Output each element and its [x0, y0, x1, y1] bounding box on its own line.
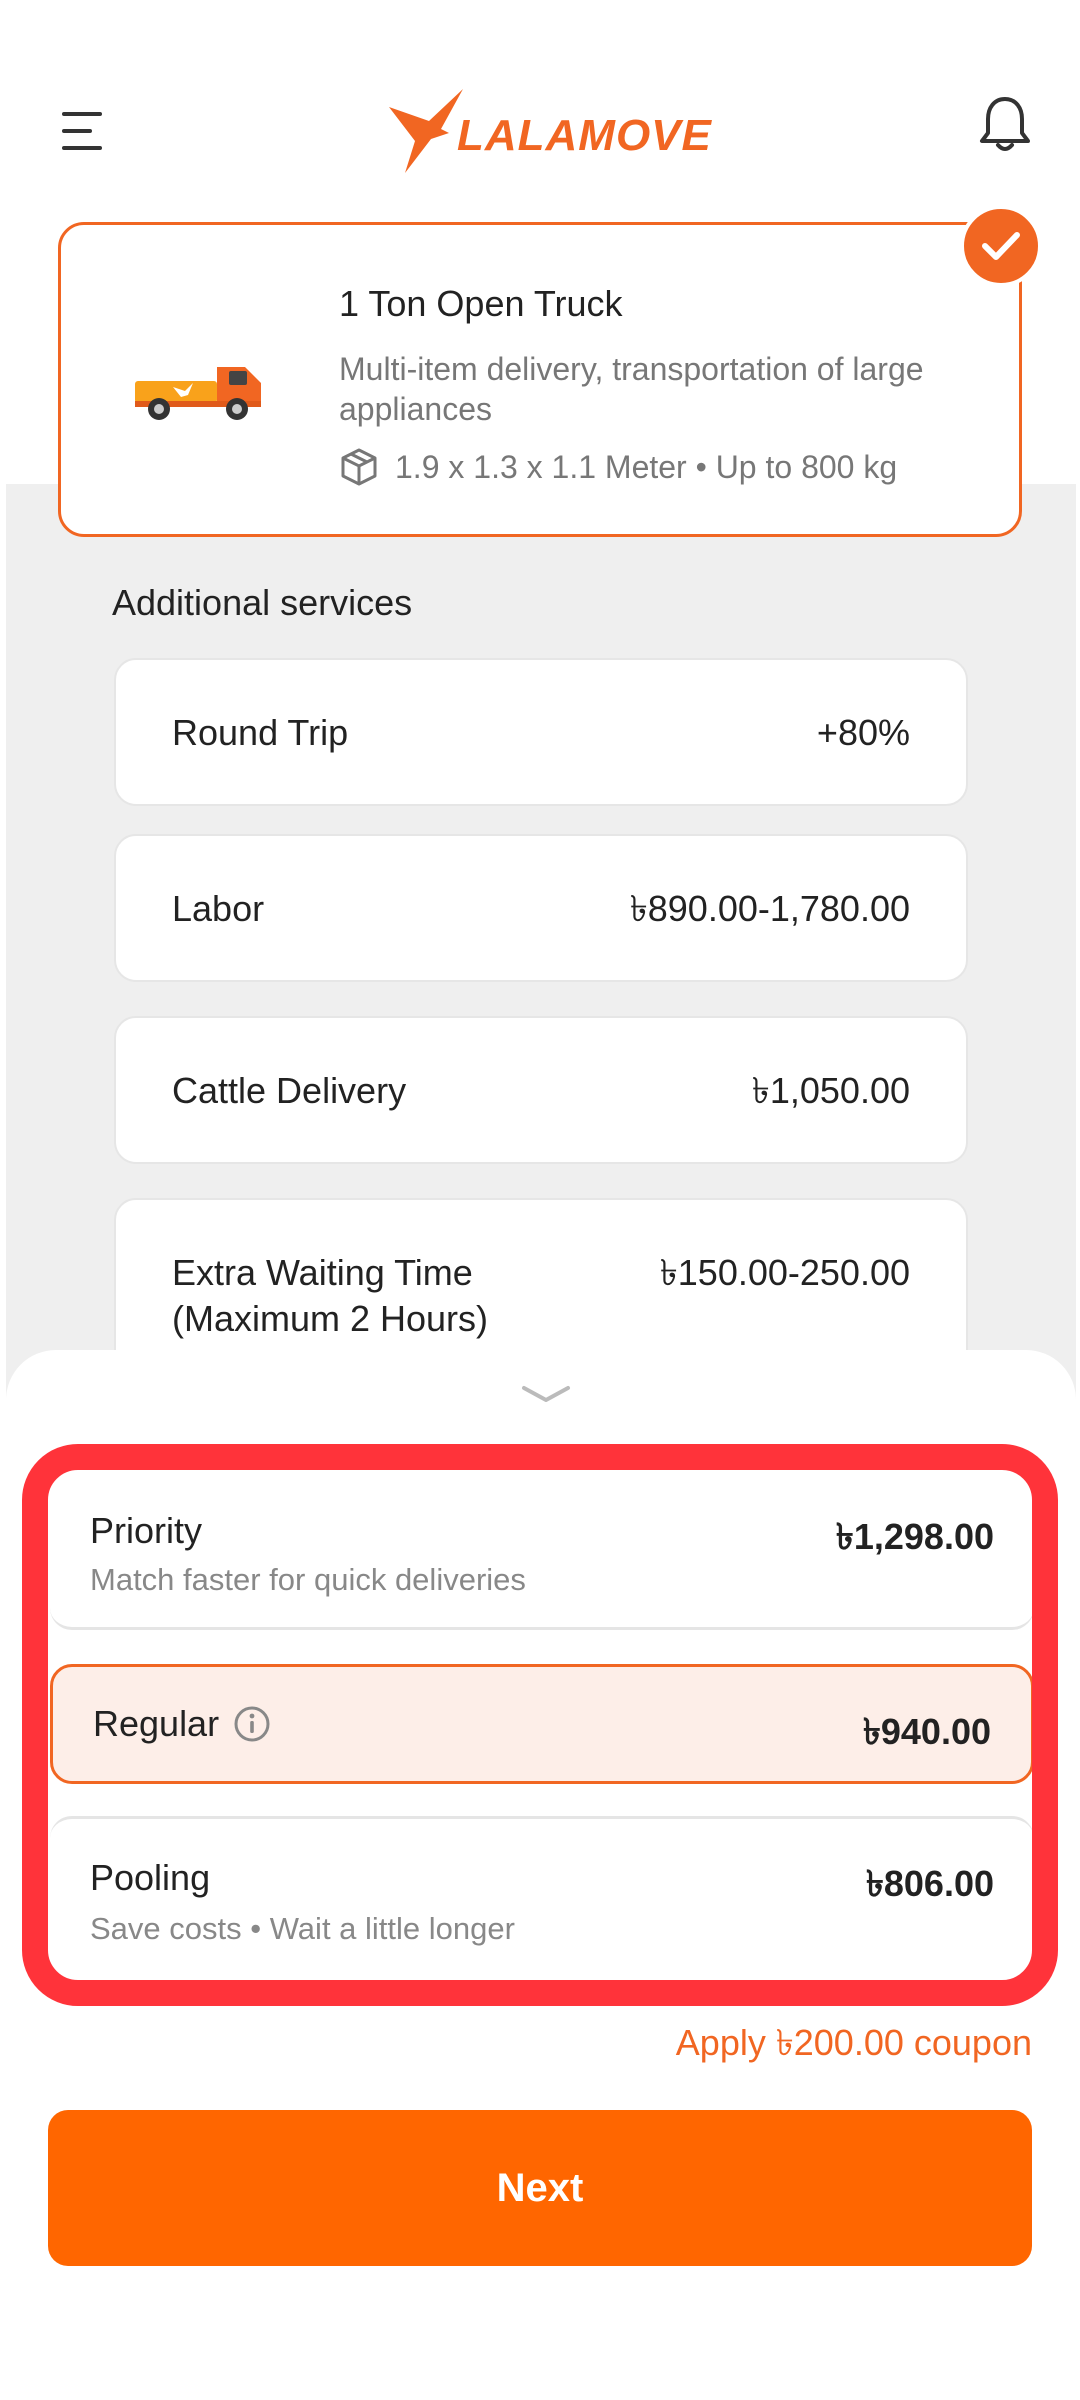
- selected-check-icon: [960, 205, 1042, 287]
- service-price: ৳1,050.00: [751, 1070, 910, 1111]
- bird-logo-icon: [389, 89, 463, 173]
- hamburger-menu-icon[interactable]: [62, 110, 102, 152]
- service-name: Labor: [172, 888, 265, 929]
- box-icon: [341, 448, 377, 486]
- vehicle-card[interactable]: 1 Ton Open Truck Multi-item delivery, tr…: [58, 222, 1022, 537]
- truck-icon: [133, 353, 265, 423]
- service-price: +80%: [816, 712, 910, 753]
- brand-logo: LALAMOVE: [385, 85, 711, 185]
- service-price: ৳890.00-1,780.00: [629, 888, 910, 929]
- bell-icon[interactable]: [978, 95, 1032, 153]
- additional-services-title: Additional services: [112, 582, 413, 623]
- service-labor[interactable]: Labor ৳890.00-1,780.00: [114, 834, 968, 982]
- service-round-trip[interactable]: Round Trip +80%: [114, 658, 968, 806]
- chevron-down-icon[interactable]: [520, 1384, 572, 1409]
- app-header: LALAMOVE: [0, 0, 1080, 210]
- service-cattle-delivery[interactable]: Cattle Delivery ৳1,050.00: [114, 1016, 968, 1164]
- apply-coupon-link[interactable]: Apply ৳200.00 coupon: [676, 2016, 1032, 2076]
- highlight-annotation-frame: [22, 1444, 1058, 2006]
- vehicle-description: Multi-item delivery, transportation of l…: [339, 351, 924, 427]
- brand-name: LALAMOVE: [457, 111, 712, 160]
- next-button[interactable]: Next: [48, 2110, 1032, 2266]
- service-name: Cattle Delivery: [172, 1070, 407, 1111]
- vehicle-title: 1 Ton Open Truck: [339, 283, 623, 324]
- service-name: Extra Waiting Time (Maximum 2 Hours): [172, 1252, 489, 1339]
- app-screen: LALAMOVE 1 Ton Open Truck Multi-item del…: [0, 0, 1080, 2400]
- service-name: Round Trip: [172, 712, 349, 753]
- service-price: ৳150.00-250.00: [659, 1252, 910, 1293]
- vehicle-spec: 1.9 x 1.3 x 1.1 Meter • Up to 800 kg: [339, 447, 897, 487]
- vehicle-spec-text: 1.9 x 1.3 x 1.1 Meter • Up to 800 kg: [395, 448, 898, 485]
